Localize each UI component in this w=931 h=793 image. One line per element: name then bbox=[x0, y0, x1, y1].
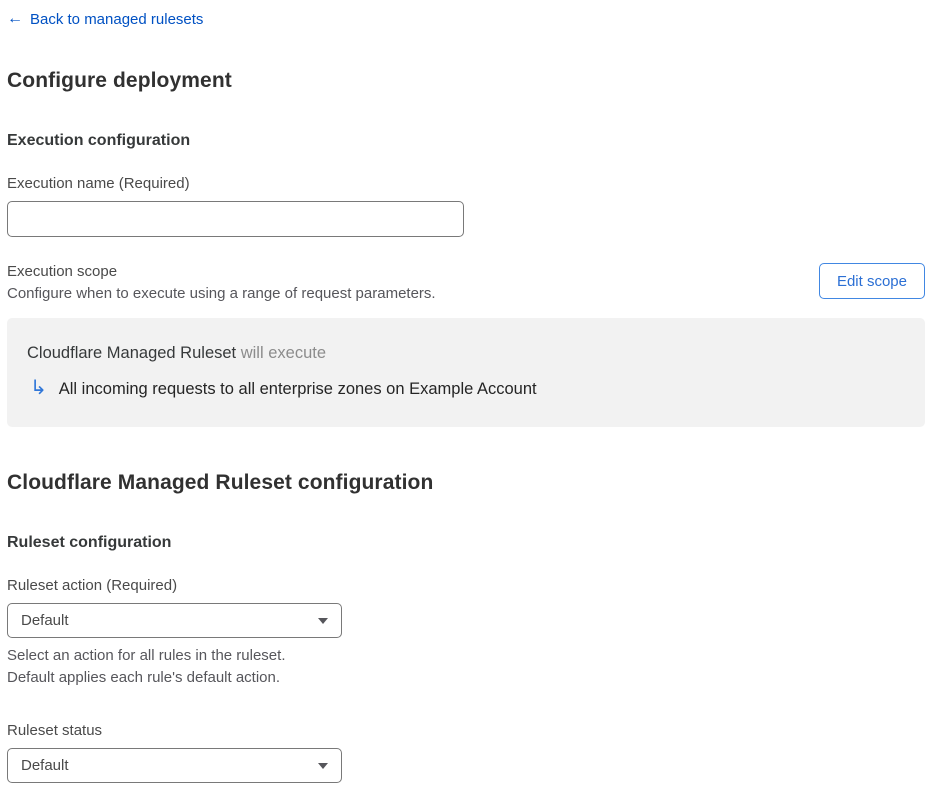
ruleset-configuration-subheading: Ruleset configuration bbox=[7, 534, 172, 551]
execution-name-label: Execution name (Required) bbox=[7, 175, 190, 192]
preview-will-execute: will execute bbox=[236, 344, 327, 362]
back-to-managed-rulesets-link[interactable]: ← Back to managed rulesets bbox=[7, 11, 203, 28]
execution-scope-description: Configure when to execute using a range … bbox=[7, 285, 436, 302]
preview-ruleset-name: Cloudflare Managed Ruleset bbox=[27, 344, 237, 362]
execution-scope-row: Execution scope Configure when to execut… bbox=[7, 263, 925, 305]
chevron-down-icon bbox=[318, 617, 328, 624]
back-link-label: Back to managed rulesets bbox=[30, 10, 204, 28]
ruleset-configuration-section-heading: Cloudflare Managed Ruleset configuration bbox=[7, 471, 434, 494]
execution-preview-scope: ↳ All incoming requests to all enterpris… bbox=[27, 376, 905, 399]
execution-configuration-heading: Execution configuration bbox=[7, 132, 191, 149]
ruleset-action-help-line2: Default applies each rule's default acti… bbox=[7, 669, 281, 686]
preview-scope-text: All incoming requests to all enterprise … bbox=[58, 380, 537, 398]
ruleset-action-help: Select an action for all rules in the ru… bbox=[7, 645, 925, 689]
ruleset-status-select[interactable]: Default bbox=[7, 748, 342, 783]
execution-scope-label: Execution scope bbox=[7, 263, 118, 280]
ruleset-status-label: Ruleset status bbox=[7, 722, 103, 739]
ruleset-action-help-line1: Select an action for all rules in the ru… bbox=[7, 647, 286, 664]
edit-scope-button[interactable]: Edit scope bbox=[818, 263, 925, 299]
branch-arrow-icon: ↳ bbox=[30, 376, 47, 399]
page-title: Configure deployment bbox=[7, 69, 232, 92]
ruleset-action-selected-value: Default bbox=[21, 612, 69, 629]
ruleset-status-selected-value: Default bbox=[21, 757, 69, 774]
execution-scope-text: Execution scope Configure when to execut… bbox=[7, 263, 436, 305]
ruleset-action-select[interactable]: Default bbox=[7, 603, 342, 638]
configure-deployment-page: ← Back to managed rulesets Configure dep… bbox=[0, 0, 931, 793]
execution-preview-box: Cloudflare Managed Ruleset will execute … bbox=[7, 318, 925, 427]
execution-name-input[interactable] bbox=[7, 201, 464, 237]
execution-preview-summary: Cloudflare Managed Ruleset will execute bbox=[27, 344, 905, 363]
ruleset-action-label: Ruleset action (Required) bbox=[7, 577, 178, 594]
back-arrow-icon: ← bbox=[7, 10, 23, 27]
chevron-down-icon bbox=[318, 762, 328, 769]
